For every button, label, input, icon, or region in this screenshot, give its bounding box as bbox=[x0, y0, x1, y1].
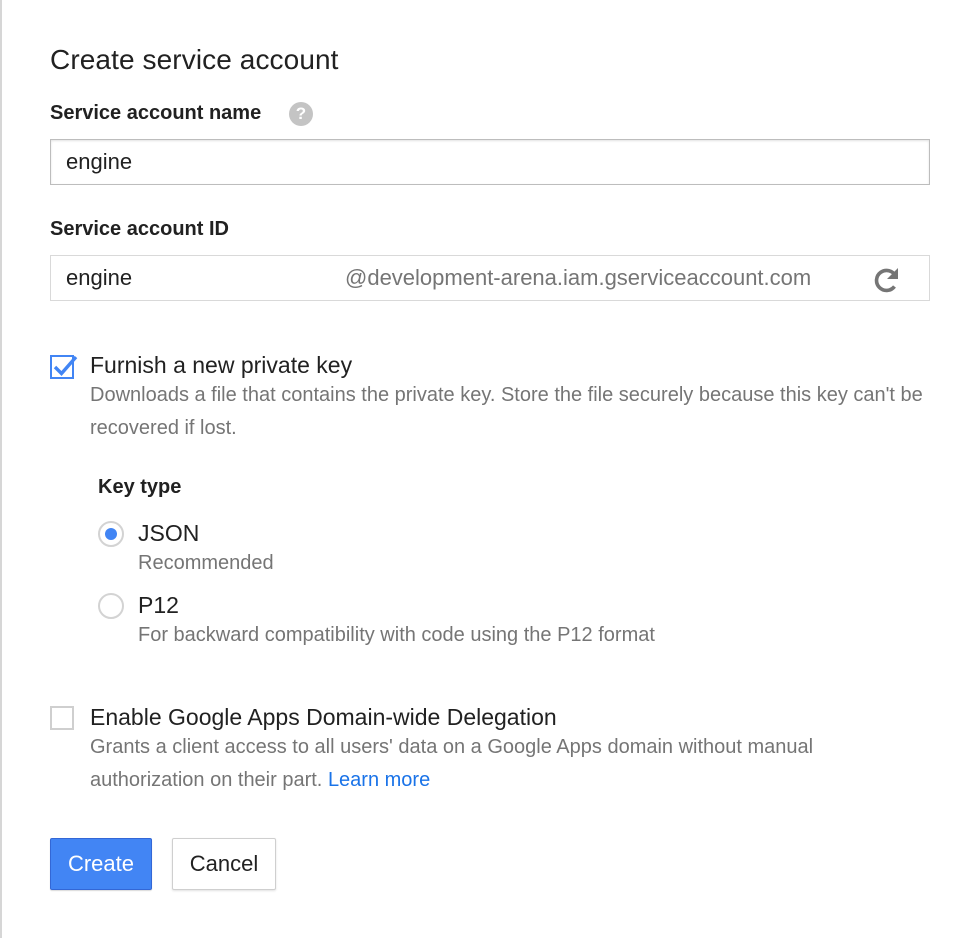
furnish-private-key-checkbox[interactable] bbox=[50, 355, 78, 379]
service-account-id-input[interactable] bbox=[51, 256, 331, 300]
create-service-account-dialog: Create service account Service account n… bbox=[0, 0, 978, 938]
domain-wide-delegation-text: Grants a client access to all users' dat… bbox=[90, 736, 814, 791]
service-account-id-suffix: @development-arena.iam.gserviceaccount.c… bbox=[345, 265, 812, 290]
learn-more-link[interactable]: Learn more bbox=[328, 769, 430, 791]
key-type-json-description: Recommended bbox=[138, 552, 274, 574]
furnish-private-key-description: Downloads a file that contains the priva… bbox=[90, 384, 923, 439]
service-account-id-label: Service account ID bbox=[50, 218, 229, 240]
radio-selected-dot bbox=[105, 528, 117, 540]
refresh-icon[interactable] bbox=[871, 265, 903, 295]
dialog-title: Create service account bbox=[50, 44, 339, 75]
key-type-json-label: JSON bbox=[138, 520, 200, 546]
key-type-p12-description: For backward compatibility with code usi… bbox=[138, 624, 655, 646]
key-type-p12-radio[interactable] bbox=[98, 593, 124, 619]
key-type-label: Key type bbox=[98, 476, 182, 498]
furnish-private-key-title: Furnish a new private key bbox=[90, 352, 353, 378]
domain-wide-delegation-checkbox[interactable] bbox=[50, 706, 74, 730]
cancel-button[interactable]: Cancel bbox=[172, 838, 276, 890]
service-account-id-field: @development-arena.iam.gserviceaccount.c… bbox=[50, 255, 930, 301]
create-button[interactable]: Create bbox=[50, 838, 152, 890]
key-type-p12-label: P12 bbox=[138, 592, 179, 618]
help-icon[interactable]: ? bbox=[289, 102, 313, 126]
domain-wide-delegation-title: Enable Google Apps Domain-wide Delegatio… bbox=[90, 704, 557, 730]
checkmark-icon bbox=[53, 355, 78, 376]
domain-wide-delegation-description: Grants a client access to all users' dat… bbox=[90, 731, 930, 797]
service-account-name-input[interactable] bbox=[50, 139, 930, 185]
key-type-json-radio[interactable] bbox=[98, 521, 124, 547]
service-account-name-label: Service account name bbox=[50, 102, 262, 124]
